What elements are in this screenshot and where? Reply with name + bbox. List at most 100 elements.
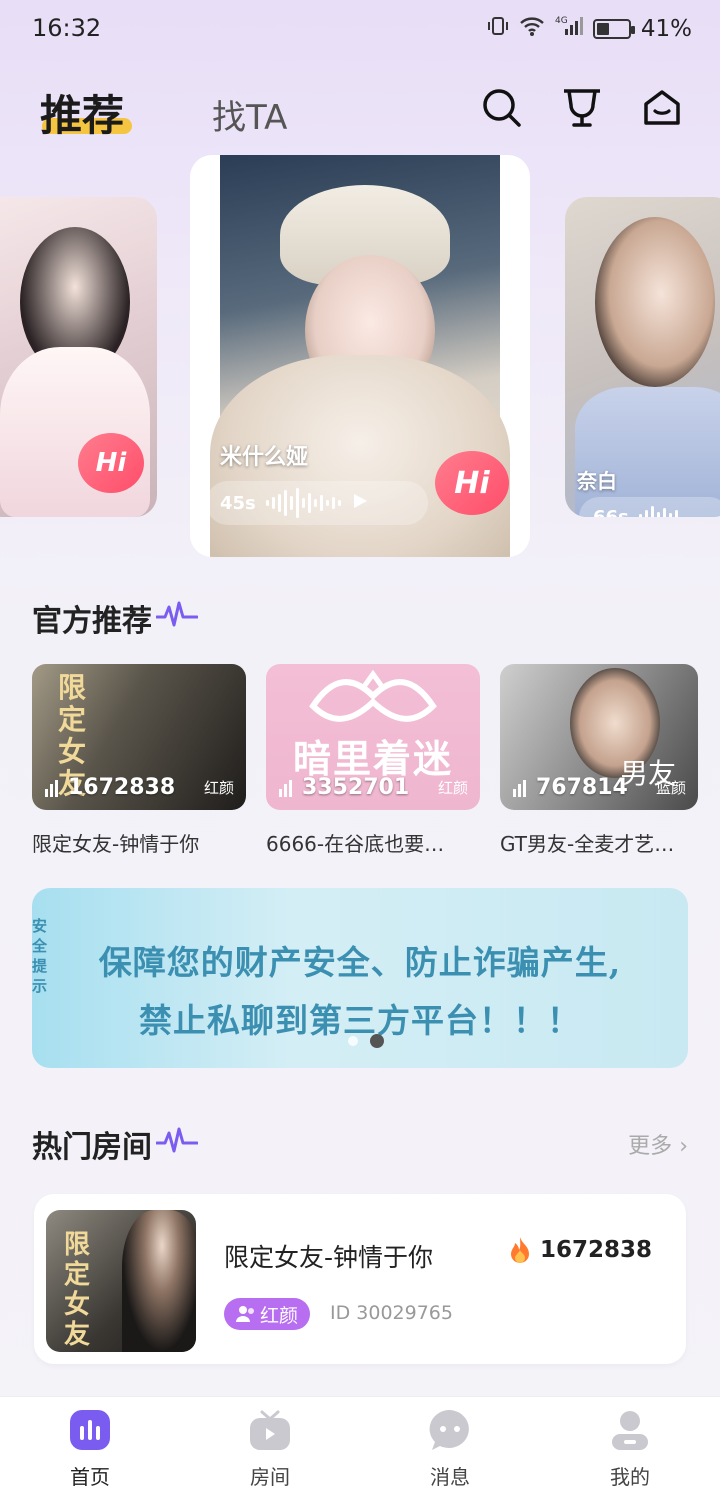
nav-rooms[interactable]: 房间 [180,1397,360,1496]
battery-percent: 41% [640,15,692,42]
hi-button[interactable]: Hi [78,433,144,493]
nav-mine[interactable]: 我的 [540,1397,720,1496]
fire-icon [511,1237,529,1263]
voice-duration: 66s [593,506,629,518]
more-label: 更多 [628,1134,673,1159]
battery-fill [596,22,609,35]
pulse-icon [155,599,199,637]
home-icon[interactable] [640,86,684,130]
official-item[interactable]: 暗里着迷 3352701 红颜 6666-在谷底也要… [266,664,480,857]
voice-intro-player[interactable]: 66s [579,497,720,517]
logo-mark [309,669,437,722]
room-heat-value: 767814 [536,775,628,800]
room-poster: 男友 767814 蓝颜 [500,664,698,810]
signal-bars-icon [45,779,58,797]
tab-find-ta[interactable]: 找TA [212,90,287,139]
official-recommend-list: 限定女友 1672838 红颜 限定女友-钟情于你 暗里着迷 3352701 红… [32,664,720,864]
room-heat-value: 1672838 [68,775,176,800]
status-time: 16:32 [32,14,102,42]
poster-text: 限定女友 [64,1230,91,1350]
chevron-right-icon: › [679,1134,688,1159]
signal-bars-icon [513,779,526,797]
room-heat: 3352701 [278,775,409,800]
room-stats: 767814 蓝颜 [512,775,686,800]
portrait-image [595,217,715,387]
room-heat-value: 1672838 [540,1237,653,1263]
room-poster: 限定女友 1672838 红颜 [32,664,246,810]
waveform-icon [265,488,341,518]
banner-indicator-dot-active[interactable] [370,1034,384,1048]
bottom-nav: 首页 房间 消息 我的 [0,1396,720,1496]
user-icon [607,1407,653,1453]
nav-label: 首页 [70,1465,110,1489]
room-stats: 1672838 红颜 [44,775,234,800]
voice-duration: 45s [220,492,256,514]
user-card-center[interactable]: 米什么娅 45s Hi [190,155,530,557]
home-chart-icon [67,1407,113,1453]
portrait-image [122,1210,196,1352]
chat-icon [427,1407,473,1453]
user-card-right[interactable]: 奈白 66s [565,197,720,517]
room-title: 限定女友-钟情于你 [32,832,200,856]
play-icon[interactable] [351,492,369,515]
room-tag: 蓝颜 [655,779,686,797]
official-item[interactable]: 男友 767814 蓝颜 GT男友-全麦才艺… [500,664,700,857]
header-actions [480,86,684,130]
room-title: 6666-在谷底也要… [266,832,445,856]
room-tag-label: 红颜 [260,1304,299,1327]
status-bar: 16:32 4G 41% [0,0,720,60]
portrait-body [0,347,150,517]
room-poster: 限定女友 [46,1210,196,1352]
svg-text:4G: 4G [555,16,568,26]
banner-indicator-dot[interactable] [348,1036,358,1046]
status-icons: 4G 41% [487,14,692,43]
trophy-icon[interactable] [560,86,604,130]
users-icon [236,1306,254,1322]
user-name: 奈白 [577,469,617,493]
vibrate-icon [487,15,509,42]
voice-intro-player[interactable]: 45s [206,481,428,525]
room-tag: 红颜 [203,779,234,797]
safety-banner[interactable]: 安全提示 保障您的财产安全、防止诈骗产生, 禁止私聊到第三方平台！！！ [32,888,688,1068]
wifi-icon [519,15,545,42]
room-heat: 767814 [512,775,628,800]
waveform-icon [638,506,678,517]
official-recommend-title: 官方推荐 [32,596,199,640]
search-icon[interactable] [480,86,524,130]
room-heat: 1672838 [508,1236,652,1264]
room-tag: 红颜 [224,1298,311,1330]
room-poster: 暗里着迷 3352701 红颜 [266,664,480,810]
user-card-left[interactable]: Hi [0,197,157,517]
room-tag: 红颜 [437,779,468,797]
signal-bars-icon [279,779,292,797]
room-heat-value: 3352701 [302,775,410,800]
nav-label: 房间 [250,1465,290,1489]
tv-icon [247,1407,293,1453]
user-name: 米什么娅 [220,445,309,470]
room-heat: 1672838 [44,775,175,800]
banner-line-2: 禁止私聊到第三方平台！！！ [139,1001,581,1040]
room-title: 限定女友-钟情于你 [224,1243,434,1272]
user-card-photo: 米什么娅 45s Hi [206,155,510,557]
section-title-text: 官方推荐 [32,604,152,639]
more-link[interactable]: 更多 › [628,1128,688,1160]
hi-button[interactable]: Hi [435,451,509,515]
cell-signal-icon: 4G [555,14,583,43]
pulse-icon [155,1125,199,1163]
hot-rooms-title: 热门房间 [32,1122,199,1166]
nav-label: 我的 [610,1465,650,1489]
nav-label: 消息 [430,1465,470,1489]
nav-home[interactable]: 首页 [0,1397,180,1496]
nav-messages[interactable]: 消息 [360,1397,540,1496]
room-id: ID 30029765 [330,1302,453,1324]
top-tabs: 推荐 找TA [0,70,720,150]
tab-recommend[interactable]: 推荐 [40,82,124,143]
hot-room-card[interactable]: 限定女友 限定女友-钟情于你 1672838 红颜 ID 30029765 [34,1194,686,1364]
user-carousel[interactable]: Hi 米什么娅 45s Hi 奈白 66s [0,155,720,560]
room-title: GT男友-全麦才艺… [500,832,675,856]
battery-icon [592,18,635,39]
official-item[interactable]: 限定女友 1672838 红颜 限定女友-钟情于你 [32,664,246,857]
section-title-text: 热门房间 [32,1130,152,1165]
room-stats: 3352701 红颜 [278,775,468,800]
banner-line-1: 保障您的财产安全、防止诈骗产生, [98,943,622,982]
